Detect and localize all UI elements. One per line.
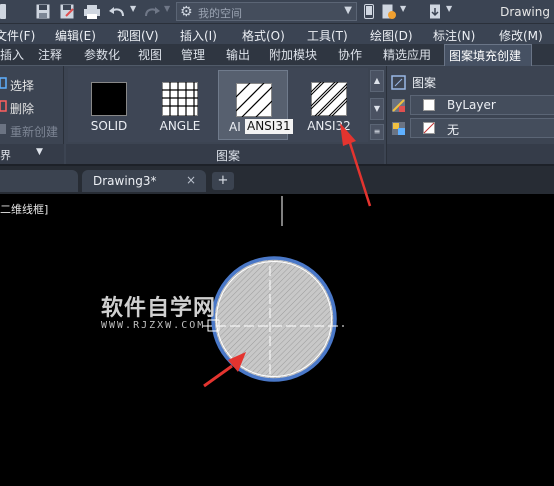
tab-insert[interactable]: 插入 [0,44,28,66]
menu-dimension[interactable]: 标注(N) [433,27,475,44]
menu-edit[interactable]: 编辑(E) [55,27,96,44]
pattern-solid[interactable]: SOLID [74,70,144,140]
drawing-area [202,196,344,382]
tab-output[interactable]: 输出 [222,44,254,66]
redo-icon[interactable] [143,4,161,19]
pattern-label: ANGLE [159,119,201,133]
background-color-icon [391,121,406,136]
undo-icon[interactable] [108,4,126,19]
drawing-canvas[interactable]: 二维线框] 软件自学网 WWW.RJZXW.COM [0,194,554,486]
tab-addins[interactable]: 附加模块 [265,44,321,66]
hatch-color-select[interactable]: ByLayer [410,95,554,115]
publish-dropdown-icon[interactable]: ▼ [446,4,452,19]
hatch-type-value: 图案 [412,76,437,90]
background-color-row[interactable]: 无 [387,118,554,140]
document-share-icon[interactable] [382,4,396,19]
hatch-color-row[interactable]: ByLayer [387,95,554,117]
pattern-angle[interactable]: ANGLE [145,70,215,140]
ribbon-panel: 选择 删除 重新创建 界 ▼ SOLID ANGLE AI ANSI31 ANS… [0,66,554,164]
menu-insert[interactable]: 插入(I) [180,27,217,44]
print-icon[interactable] [84,4,100,19]
pattern-ansi31[interactable]: AI ANSI31 [218,70,293,140]
open-folder-icon[interactable] [0,4,6,19]
pattern-tooltip: ANSI31 [245,119,293,134]
save-icon[interactable] [36,4,50,19]
publish-icon[interactable] [428,4,442,19]
menu-tools[interactable]: 工具(T) [307,27,348,44]
drawing-tab-label: Drawing3* [93,174,157,188]
hatch-type-icon [391,75,406,90]
select-label: 选择 [10,79,35,93]
boundary-panel: 选择 删除 重新创建 界 ▼ [0,66,64,164]
solid-swatch-icon [91,82,127,116]
pattern-label: ANSI32 [307,119,351,133]
gallery-scroll-down[interactable]: ▼ [370,98,384,120]
hatch-type-row[interactable]: 图案 [387,72,554,94]
document-tab-bar: Drawing3* × + [0,164,554,194]
phone-icon[interactable] [364,4,374,19]
recreate-label: 重新创建 [10,125,59,139]
ansi32-swatch-icon [311,82,347,116]
remove-boundary-icon [0,100,8,112]
select-button[interactable]: 选择 [0,74,64,94]
none-swatch-icon [423,122,435,134]
hatch-color-value: ByLayer [447,98,496,112]
properties-panel: 图案 ByLayer 无 [386,66,554,164]
menu-modify[interactable]: 修改(M) [499,27,543,44]
share-dropdown-icon[interactable]: ▼ [400,4,406,19]
select-points-icon [0,77,8,89]
undo-dropdown-icon[interactable]: ▼ [130,4,136,19]
background-color-select[interactable]: 无 [410,118,554,138]
color-swatch [423,99,435,111]
gallery-scroll-up[interactable]: ▲ [370,70,384,92]
ansi31-swatch-icon [236,83,272,117]
app-title: Drawing [500,5,550,19]
gear-icon: ⚙ [180,4,193,20]
menu-bar: 文件(F) 编辑(E) 视图(V) 插入(I) 格式(O) 工具(T) 绘图(D… [0,24,554,44]
background-color-value: 无 [447,123,460,137]
recreate-button[interactable]: 重新创建 [0,120,64,140]
tab-manage[interactable]: 管理 [177,44,209,66]
properties-panel-footer [387,144,554,164]
chevron-down-icon: ▼ [36,147,43,157]
drawing-tab[interactable]: Drawing3* × [82,170,206,192]
pattern-label: SOLID [90,119,128,133]
tab-parametric[interactable]: 参数化 [80,44,124,66]
remove-button[interactable]: 删除 [0,97,64,117]
redo-dropdown-icon[interactable]: ▼ [164,4,170,19]
menu-view[interactable]: 视图(V) [117,27,159,44]
gallery-expand[interactable]: ≡ [370,124,384,140]
tab-annotate[interactable]: 注释 [34,44,66,66]
save-as-icon[interactable] [60,4,74,19]
workspace-select[interactable]: ⚙ 我的空间 ▼ [176,2,357,21]
menu-file[interactable]: 文件(F) [0,27,35,44]
boundary-panel-footer[interactable]: 界 ▼ [0,144,64,164]
menu-draw[interactable]: 绘图(D) [370,27,413,44]
angle-swatch-icon [162,82,198,116]
tab-collaborate[interactable]: 协作 [334,44,366,66]
boundary-panel-title: 界 [0,149,11,162]
start-tab[interactable] [0,170,78,192]
pattern-panel: SOLID ANGLE AI ANSI31 ANSI32 ▲ ▼ ≡ 图案 [66,66,384,164]
ribbon-tab-bar: 插入 注释 参数化 视图 管理 输出 附加模块 协作 精选应用 图案填充创建 [0,44,554,66]
remove-label: 删除 [10,102,35,116]
pattern-panel-footer: 图案 [66,144,384,164]
menu-format[interactable]: 格式(O) [242,27,285,44]
tab-featured-apps[interactable]: 精选应用 [379,44,435,66]
chevron-down-icon: ▼ [344,5,352,16]
hatch-color-icon [391,98,406,113]
tab-view[interactable]: 视图 [134,44,166,66]
pattern-ansi32[interactable]: ANSI32 [294,70,364,140]
watermark-url: WWW.RJZXW.COM [101,320,206,331]
workspace-value: 我的空间 [198,7,242,20]
new-tab-button[interactable]: + [212,172,234,190]
watermark: 软件自学网 WWW.RJZXW.COM [101,290,216,331]
quick-access-toolbar: ▼ ▼ ⚙ 我的空间 ▼ ▼ ▼ Drawing [0,0,554,24]
close-icon[interactable]: × [186,173,196,187]
pattern-panel-title: 图案 [216,149,241,163]
pattern-gallery: SOLID ANGLE AI ANSI31 ANSI32 [68,68,368,142]
tab-hatch-creation[interactable]: 图案填充创建 [444,44,532,66]
recreate-icon [0,123,8,135]
watermark-title: 软件自学网 [101,296,217,321]
